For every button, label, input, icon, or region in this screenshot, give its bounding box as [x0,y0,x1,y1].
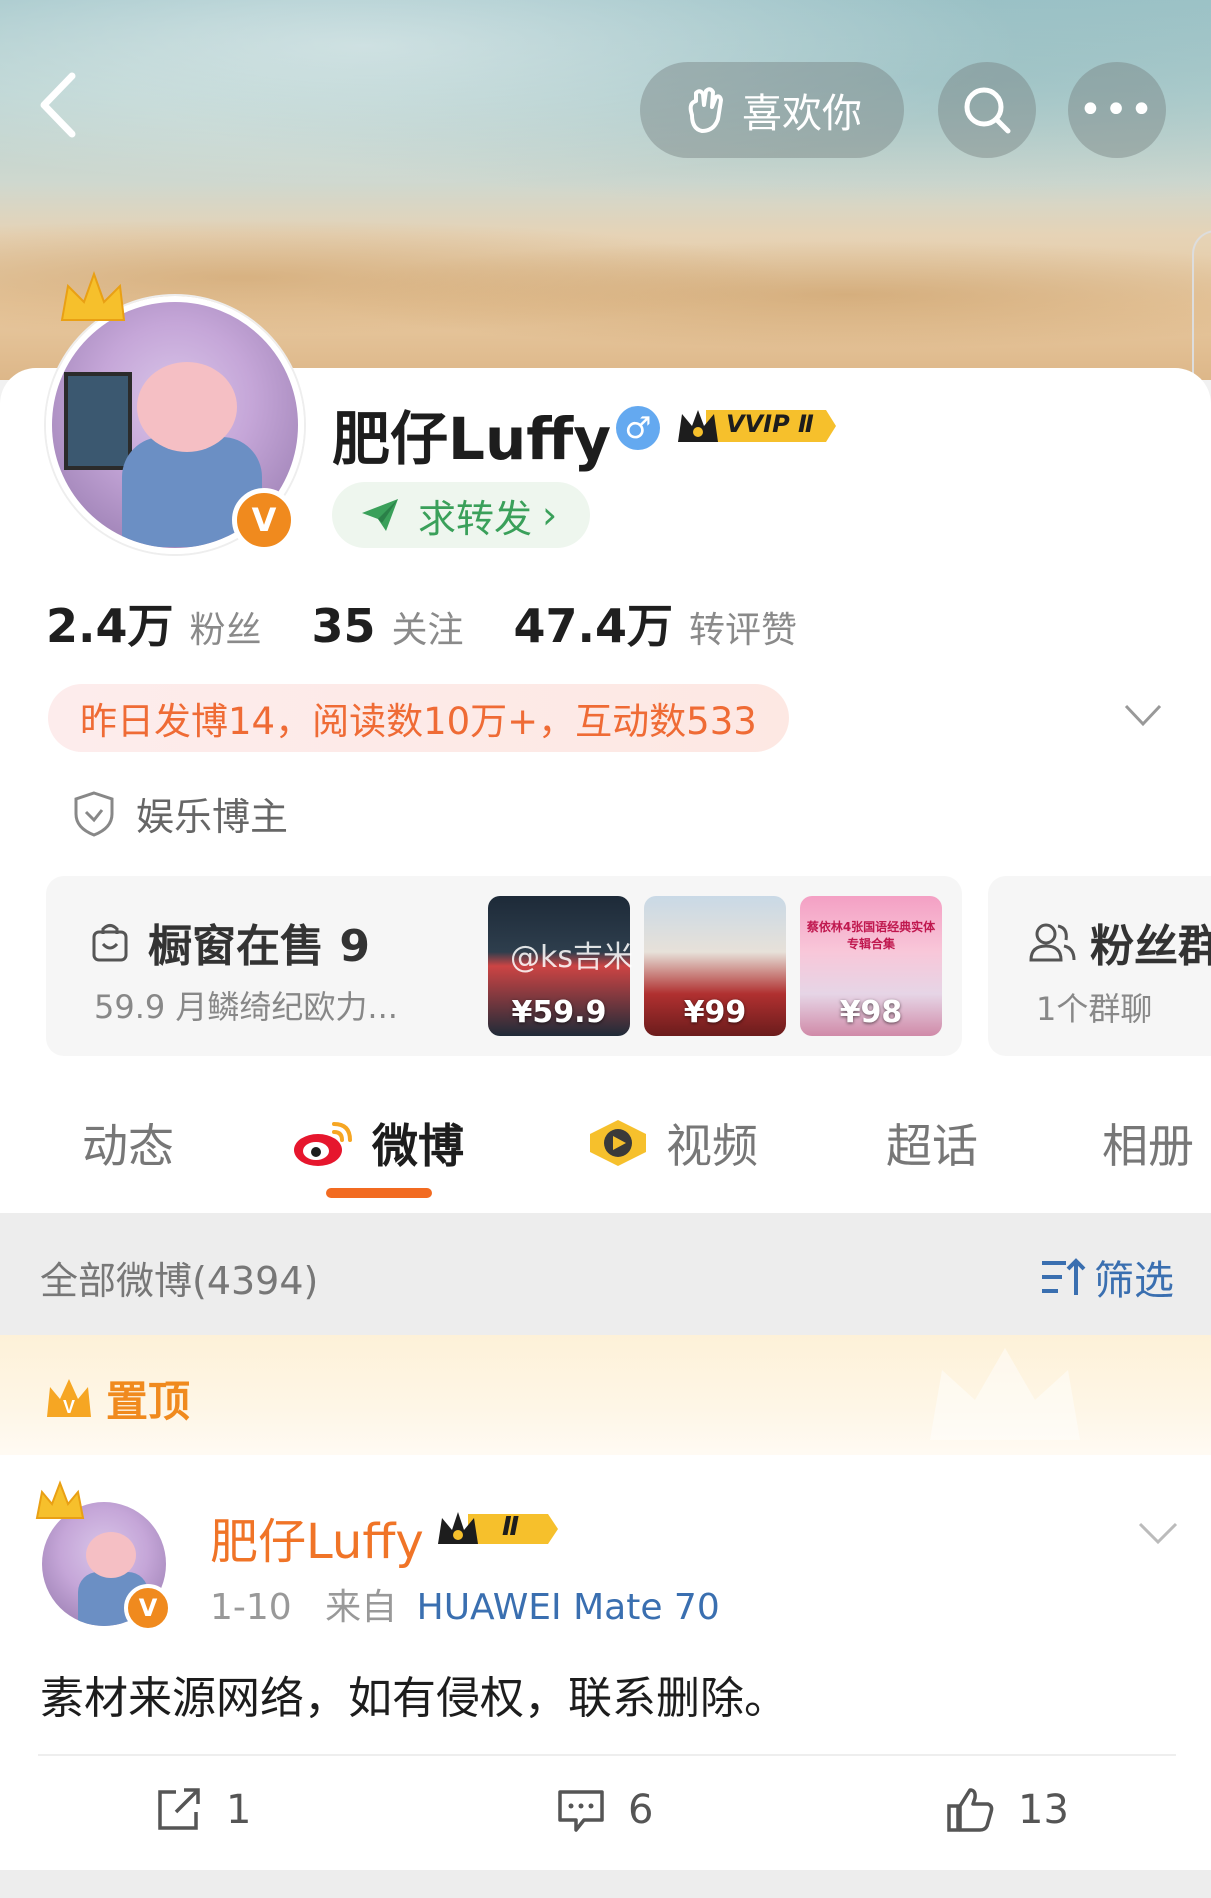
stat-label: 粉丝 [189,610,262,651]
vvip-label: VVIP Ⅱ [726,410,814,438]
product-thumb[interactable]: ¥99 [644,896,786,1036]
product-thumb[interactable]: 蔡依林4张国语经典实体专辑合集 ¥98 [800,896,942,1036]
back-button[interactable] [36,70,96,150]
tab-label: 视频 [666,1119,758,1173]
feed-separator [0,1870,1211,1898]
shop-subtitle: 59.9 月鳞绮纪欧力... [94,988,398,1026]
tab-activity[interactable]: 动态 [82,1110,174,1176]
filter-button[interactable]: 筛选 [1040,1248,1174,1306]
fans-group-subtitle: 1个群聊 [1036,990,1153,1028]
post-source-prefix: 来自 [325,1587,398,1628]
repost-button[interactable]: 1 [154,1786,251,1834]
crown-icon [60,271,126,321]
product-price: ¥98 [839,995,903,1030]
comment-button[interactable]: 6 [556,1786,653,1834]
tab-label: 相册 [1102,1119,1194,1173]
post-meta: 1-10 来自 HUAWEI Mate 70 [210,1578,720,1630]
like-button[interactable]: 13 [946,1786,1069,1834]
role-tag: 娱乐博主 [72,786,288,841]
post-text: 素材来源网络，如有侵权，联系删除。 [40,1673,788,1724]
group-people-icon [1029,923,1076,962]
search-icon [964,87,1011,134]
post-device[interactable]: HUAWEI Mate 70 [417,1587,720,1628]
svg-text:V: V [63,1397,75,1417]
tab-weibo[interactable]: 微博 [292,1110,464,1176]
video-play-icon [590,1120,646,1166]
comment-icon [558,1790,604,1832]
filter-label: 筛选 [1094,1258,1174,1304]
gender-male-icon: ♂ [616,406,660,450]
chevron-down-icon[interactable] [1122,700,1164,730]
active-tab-indicator [326,1188,432,1198]
vip-crown-icon [438,1512,558,1544]
filter-sort-icon [1042,1258,1086,1295]
weibo-count: 全部微博(4394) [40,1259,319,1303]
pinned-label: V 置顶 [44,1368,190,1429]
like-you-button[interactable]: 喜欢你 [640,62,904,158]
stat-value: 2.4万 [46,599,174,653]
stat-value: 35 [311,599,376,653]
post-author[interactable]: 肥仔Luffy [210,1502,424,1572]
stat-engagement[interactable]: 47.4万 转评赞 [514,590,798,656]
shop-title: 橱窗在售 9 [90,910,370,974]
activity-summary[interactable]: 昨日发博14，阅读数10万+，互动数533 [48,684,789,752]
crown-watermark-icon [930,1348,1080,1440]
profile-tabs: 动态 微博 视频 超话 相册 [0,1090,1211,1210]
watermark: @ks吉米 [510,940,634,975]
tab-super-topic[interactable]: 超话 [886,1110,978,1176]
chevron-right-icon: › [542,493,558,537]
product-caption: 蔡依林4张国语经典实体专辑合集 [806,920,936,951]
tab-label: 微博 [372,1119,464,1173]
repost-icon [158,1788,200,1830]
vip-level: Ⅱ [502,1512,520,1542]
stat-following[interactable]: 35 关注 [312,599,464,653]
search-button[interactable] [938,62,1036,158]
product-price: ¥59.9 [511,995,607,1030]
chevron-down-icon[interactable] [1136,1518,1180,1548]
pinned-text: 置顶 [106,1377,191,1426]
comment-count: 6 [628,1787,654,1833]
weibo-logo-icon [294,1122,352,1166]
shield-icon [74,790,114,837]
tab-label: 超话 [886,1119,978,1173]
like-count: 13 [1018,1787,1069,1833]
request-forward-label: 求转发 [418,496,533,541]
crown-icon [35,1480,85,1519]
post-date: 1-10 [210,1587,292,1628]
thumbs-up-icon [947,1788,994,1832]
shopping-bag-icon [92,924,128,962]
divider [38,1754,1176,1756]
verified-badge: V [124,1584,172,1632]
request-forward-button[interactable]: 求转发 › [332,482,590,548]
vvip-badge[interactable]: VVIP Ⅱ [676,404,836,448]
product-price: ¥99 [683,995,747,1030]
stat-value: 47.4万 [513,599,674,653]
role-label: 娱乐博主 [136,795,289,839]
vip-badge[interactable]: Ⅱ [434,1508,560,1550]
profile-name: 肥仔Luffy [332,405,612,473]
paper-plane-icon [362,499,398,531]
like-you-label: 喜欢你 [742,91,862,137]
stat-label: 转评赞 [689,610,798,651]
stat-label: 关注 [391,610,464,651]
profile-stats: 2.4万 粉丝 35 关注 47.4万 转评赞 [46,590,847,656]
tab-label: 动态 [82,1119,174,1173]
fans-group-title: 粉丝群 [1028,910,1211,974]
shop-title-label: 橱窗在售 9 [148,921,370,972]
tab-video[interactable]: 视频 [586,1110,758,1176]
fans-group-label: 粉丝群 [1090,921,1211,972]
tab-album[interactable]: 相册 [1102,1110,1194,1176]
pin-crown-icon: V [47,1378,91,1417]
verified-badge: V [232,488,296,552]
more-icon: ••• [1078,87,1156,133]
repost-count: 1 [226,1787,252,1833]
stat-followers[interactable]: 2.4万 粉丝 [46,590,262,656]
more-button[interactable]: ••• [1068,62,1166,158]
hand-wave-icon [688,87,723,133]
back-arrow-icon [40,72,76,138]
